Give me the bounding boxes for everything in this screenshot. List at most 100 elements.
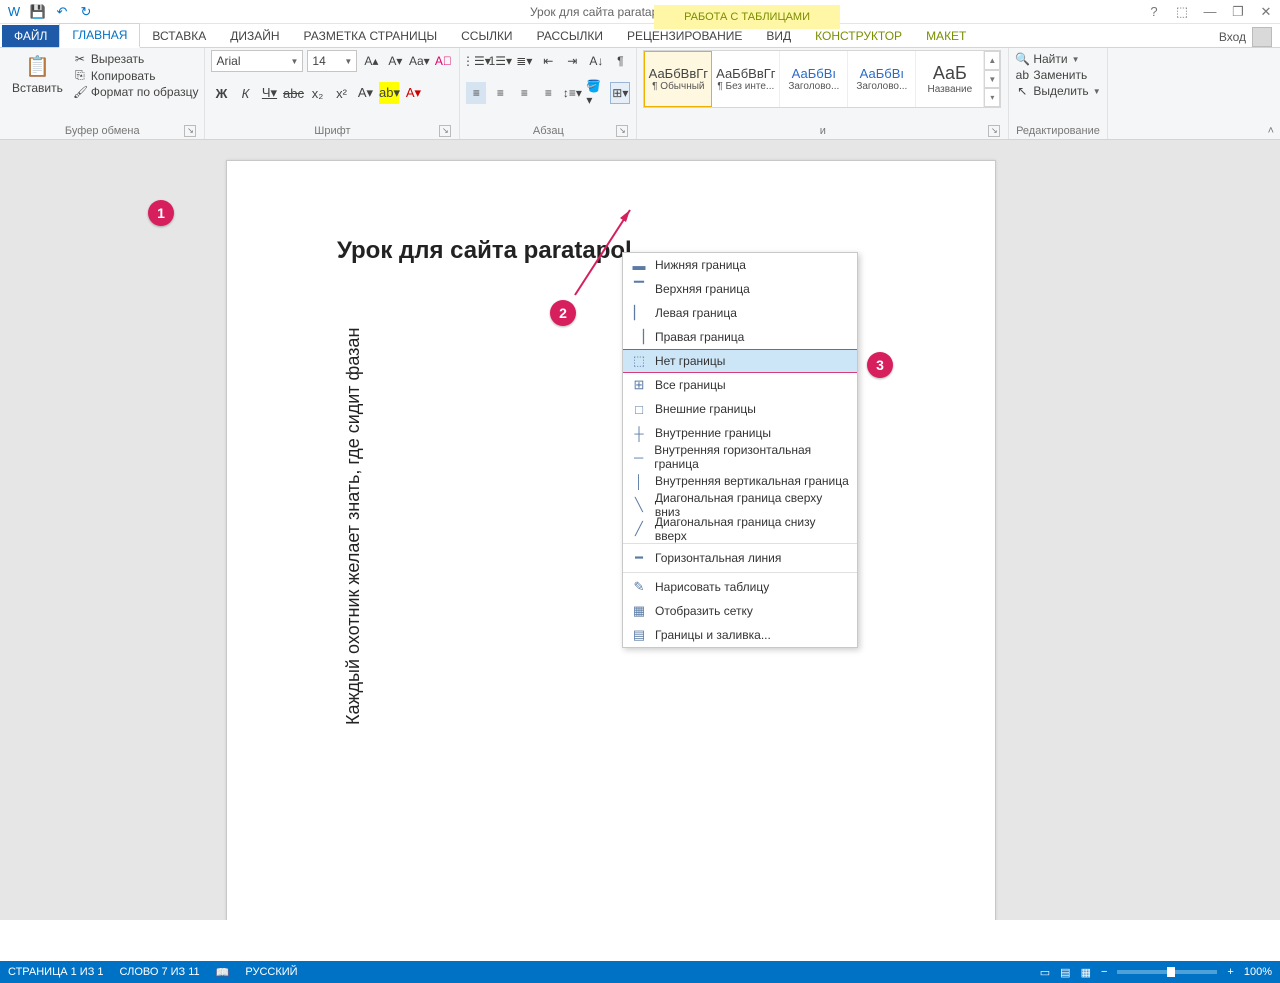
bold-button[interactable]: Ж (211, 82, 231, 104)
tab-insert[interactable]: ВСТАВКА (140, 25, 218, 47)
read-mode-icon[interactable]: ▭ (1040, 966, 1050, 979)
italic-button[interactable]: К (235, 82, 255, 104)
align-center-button[interactable]: ≡ (490, 82, 510, 104)
indent-decrease-button[interactable]: ⇤ (538, 50, 558, 72)
zoom-level[interactable]: 100% (1244, 966, 1272, 978)
tab-page-layout[interactable]: РАЗМЕТКА СТРАНИЦЫ (292, 25, 450, 47)
style-title[interactable]: АаБНазвание (916, 51, 984, 107)
sort-button[interactable]: A↓ (586, 50, 606, 72)
border-inside-item[interactable]: ┼Внутренние границы (623, 421, 857, 445)
status-words[interactable]: СЛОВО 7 ИЗ 11 (120, 966, 200, 978)
align-left-button[interactable]: ≡ (466, 82, 486, 104)
border-diag-down-item[interactable]: ╲Диагональная граница сверху вниз (623, 493, 857, 517)
user-avatar-icon[interactable] (1252, 27, 1272, 47)
horizontal-line-item[interactable]: ━Горизонтальная линия (623, 546, 857, 570)
shading-button[interactable]: 🪣▾ (586, 82, 606, 104)
style-no-spacing[interactable]: АаБбВвГг¶ Без инте... (712, 51, 780, 107)
format-painter-button[interactable]: 🖌Формат по образцу (73, 85, 199, 99)
multilevel-button[interactable]: ≣▾ (514, 50, 534, 72)
superscript-button[interactable]: x² (331, 82, 351, 104)
tab-mailings[interactable]: РАССЫЛКИ (525, 25, 615, 47)
undo-icon[interactable]: ↶ (52, 2, 72, 22)
show-marks-button[interactable]: ¶ (610, 50, 630, 72)
style-heading1[interactable]: АаБбВıЗаголово... (780, 51, 848, 107)
font-name-combo[interactable]: Arial▼ (211, 50, 303, 72)
proofing-icon[interactable]: 📖 (216, 966, 230, 979)
grow-font-button[interactable]: A▴ (361, 50, 381, 72)
tab-home[interactable]: ГЛАВНАЯ (59, 23, 140, 48)
draw-table-item[interactable]: ✎Нарисовать таблицу (623, 575, 857, 599)
shrink-font-button[interactable]: A▾ (385, 50, 405, 72)
indent-increase-button[interactable]: ⇥ (562, 50, 582, 72)
paste-button[interactable]: 📋 Вставить (6, 50, 69, 99)
select-button[interactable]: ↖Выделить▼ (1015, 84, 1100, 98)
status-language[interactable]: РУССКИЙ (245, 966, 297, 978)
style-normal[interactable]: АаБбВвГг¶ Обычный (644, 51, 712, 107)
underline-button[interactable]: Ч▾ (259, 82, 279, 104)
tab-design[interactable]: ДИЗАЙН (218, 25, 291, 47)
border-right-item[interactable]: ▕Правая граница (623, 325, 857, 349)
styles-gallery[interactable]: АаБбВвГг¶ Обычный АаБбВвГг¶ Без инте... … (643, 50, 1001, 108)
window-buttons: ? ⬚ — ❐ ✕ (1140, 4, 1280, 20)
border-inside-h-item[interactable]: ─Внутренняя горизонтальная граница (623, 445, 857, 469)
tab-references[interactable]: ССЫЛКИ (449, 25, 524, 47)
document-area[interactable]: Урок для сайта paratapol Каждый охотник … (0, 140, 1280, 920)
strike-button[interactable]: abc (283, 82, 303, 104)
borders-button[interactable]: ⊞▾ (610, 82, 630, 104)
borders-dialog-item[interactable]: ▤Границы и заливка... (623, 623, 857, 647)
subscript-button[interactable]: x₂ (307, 82, 327, 104)
word-app-icon[interactable]: W (4, 2, 24, 22)
show-grid-item[interactable]: ▦Отобразить сетку (623, 599, 857, 623)
border-diag-up-item[interactable]: ╱Диагональная граница снизу вверх (623, 517, 857, 541)
change-case-button[interactable]: Aa▾ (409, 50, 429, 72)
border-inside-v-item[interactable]: │Внутренняя вертикальная граница (623, 469, 857, 493)
border-none-item[interactable]: ⬚Нет границы (623, 349, 857, 373)
status-page[interactable]: СТРАНИЦА 1 ИЗ 1 (8, 966, 104, 978)
justify-button[interactable]: ≡ (538, 82, 558, 104)
help-icon[interactable]: ? (1140, 4, 1168, 19)
print-layout-icon[interactable]: ▤ (1060, 966, 1070, 979)
text-effects-button[interactable]: A▾ (355, 82, 375, 104)
save-icon[interactable]: 💾 (28, 2, 48, 22)
font-color-button[interactable]: A▾ (403, 82, 423, 104)
font-size-combo[interactable]: 14▼ (307, 50, 357, 72)
ribbon-collapse-icon[interactable]: ˄ (1268, 125, 1274, 137)
tab-table-layout[interactable]: МАКЕТ (914, 25, 978, 47)
ribbon-options-icon[interactable]: ⬚ (1168, 4, 1196, 20)
styles-scroll[interactable]: ▲▼▾ (984, 51, 1000, 107)
sign-in-link[interactable]: Вход (1219, 30, 1246, 44)
maximize-icon[interactable]: ❐ (1224, 4, 1252, 20)
align-right-button[interactable]: ≡ (514, 82, 534, 104)
numbering-button[interactable]: 1☰▾ (490, 50, 510, 72)
copy-button[interactable]: ⎘Копировать (73, 68, 199, 83)
zoom-slider[interactable] (1117, 970, 1217, 974)
clipboard-launcher-icon[interactable]: ↘ (184, 125, 196, 137)
line-spacing-button[interactable]: ↕≡▾ (562, 82, 582, 104)
border-inside-h-icon: ─ (631, 449, 646, 465)
border-bottom-item[interactable]: ▬Нижняя граница (623, 253, 857, 277)
zoom-out-icon[interactable]: − (1101, 966, 1107, 978)
bullets-button[interactable]: ⋮☰▾ (466, 50, 486, 72)
cut-button[interactable]: ✂Вырезать (73, 52, 199, 66)
close-icon[interactable]: ✕ (1252, 4, 1280, 20)
find-button[interactable]: 🔍Найти▼ (1015, 52, 1100, 66)
font-launcher-icon[interactable]: ↘ (439, 125, 451, 137)
group-editing: 🔍Найти▼ abЗаменить ↖Выделить▼ Редактиров… (1009, 48, 1107, 139)
tab-file[interactable]: ФАЙЛ (2, 25, 59, 47)
styles-launcher-icon[interactable]: ↘ (988, 125, 1000, 137)
highlight-button[interactable]: ab▾ (379, 82, 399, 104)
border-top-item[interactable]: ▔Верхняя граница (623, 277, 857, 301)
zoom-in-icon[interactable]: + (1227, 966, 1233, 978)
style-heading2[interactable]: АаБбВıЗаголово... (848, 51, 916, 107)
document-vertical-text: Каждый охотник желает знать, где сидит ф… (343, 319, 364, 725)
minimize-icon[interactable]: — (1196, 4, 1224, 19)
border-all-item[interactable]: ⊞Все границы (623, 373, 857, 397)
border-outside-item[interactable]: □Внешние границы (623, 397, 857, 421)
border-left-item[interactable]: ▏Левая граница (623, 301, 857, 325)
ribbon-tabs: ФАЙЛ ГЛАВНАЯ ВСТАВКА ДИЗАЙН РАЗМЕТКА СТР… (0, 24, 1280, 48)
redo-icon[interactable]: ↻ (76, 2, 96, 22)
web-layout-icon[interactable]: ▦ (1081, 966, 1091, 979)
clear-format-button[interactable]: A⃠ (433, 50, 453, 72)
replace-button[interactable]: abЗаменить (1015, 68, 1100, 82)
paragraph-launcher-icon[interactable]: ↘ (616, 125, 628, 137)
